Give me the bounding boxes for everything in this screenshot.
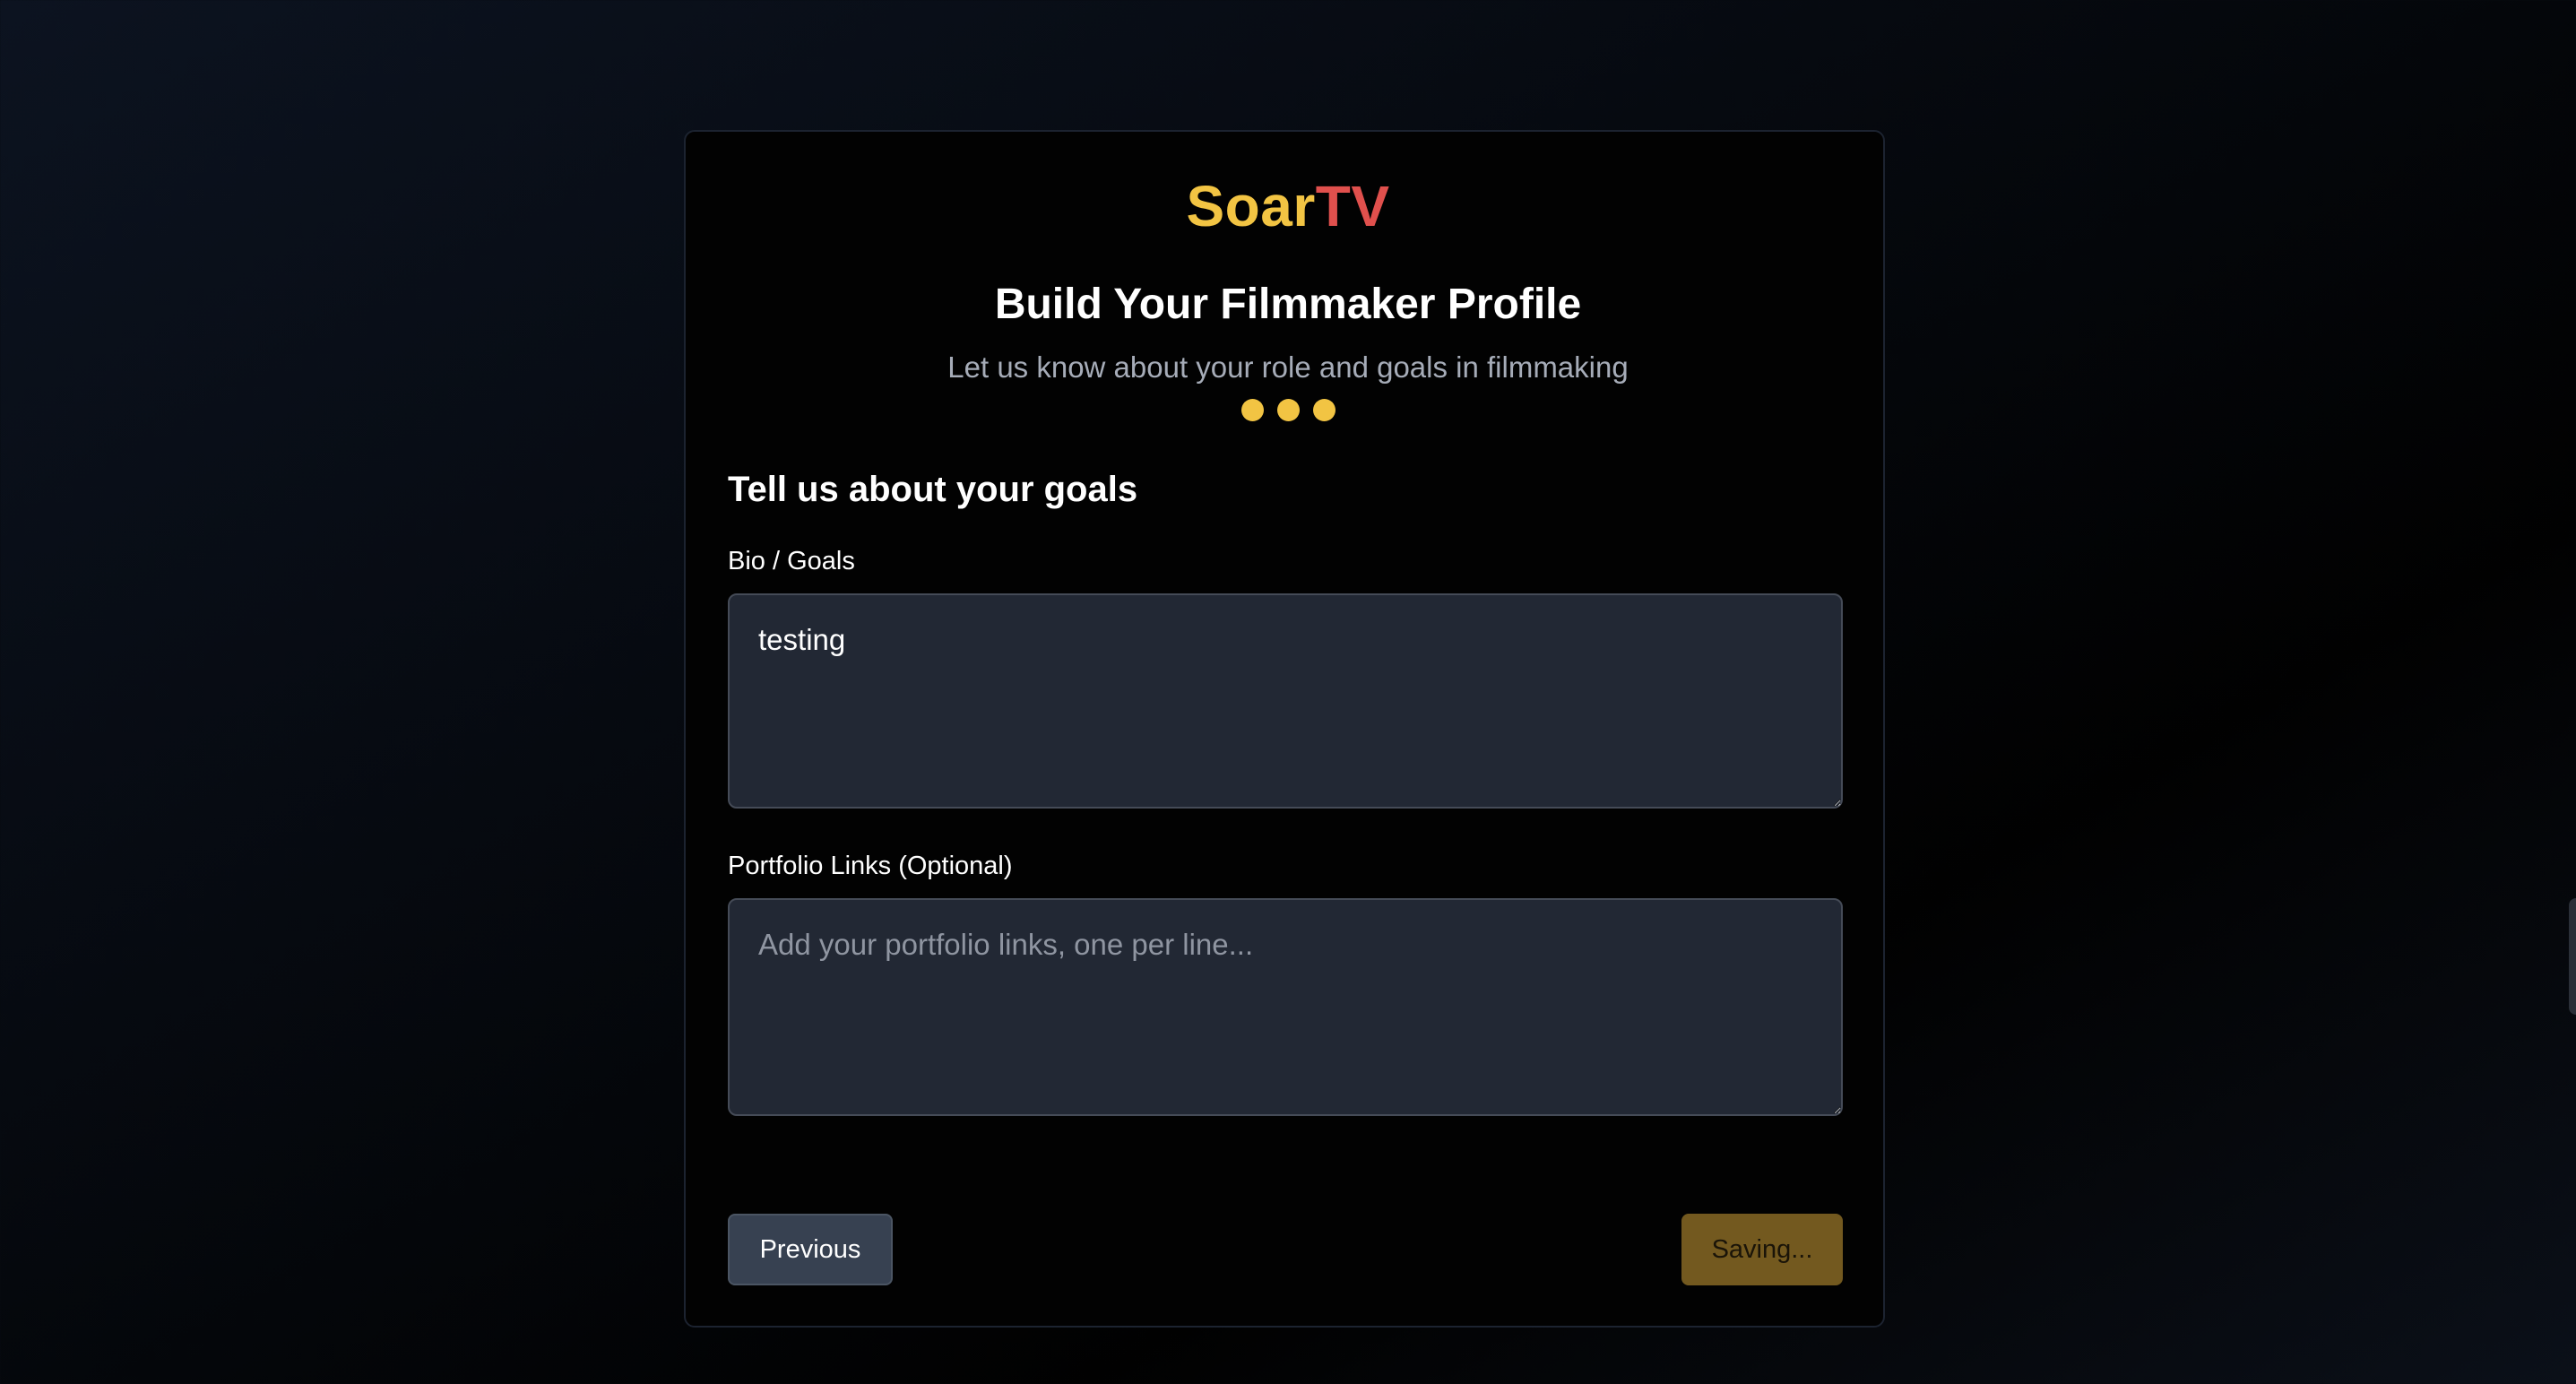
previous-button[interactable]: Previous [728,1214,893,1285]
section-heading: Tell us about your goals [728,470,1138,509]
portfolio-links-textarea[interactable] [728,898,1843,1116]
brand-logo-part2: TV [1315,174,1390,238]
step-dot-1 [1240,399,1264,421]
saving-button[interactable]: Saving... [1681,1214,1843,1285]
brand-logo: SoarTV [0,170,2576,242]
side-panel-handle[interactable] [2569,898,2576,1015]
page-title: Build Your Filmmaker Profile [994,281,1582,328]
page-subtitle: Let us know about your role and goals in… [947,350,1629,384]
step-progress-indicator [0,399,2576,421]
bio-textarea[interactable]: testing [728,593,1843,809]
step-dot-2 [1276,399,1300,421]
brand-logo-part1: Soar [1186,174,1316,238]
bio-label: Bio / Goals [728,547,855,575]
portfolio-links-label: Portfolio Links (Optional) [728,852,1013,880]
step-dot-3 [1312,399,1336,421]
